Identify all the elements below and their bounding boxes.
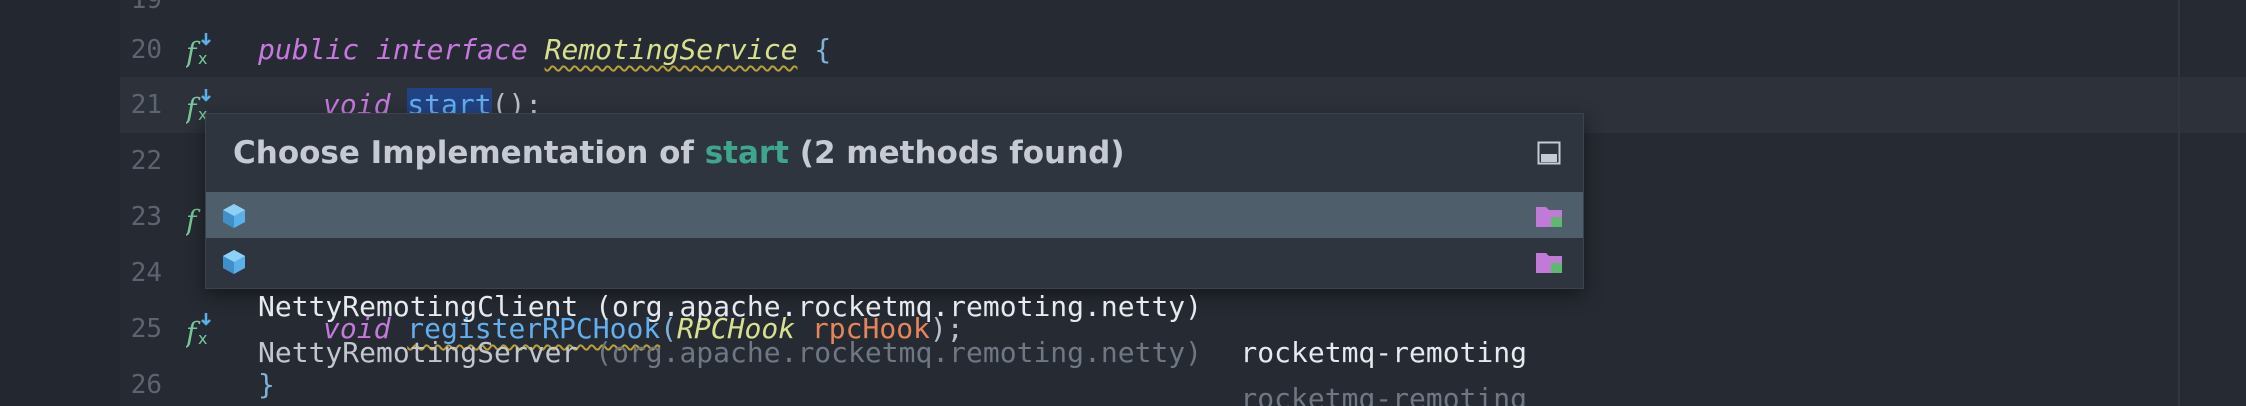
line-number: 20 (130, 35, 162, 65)
implementation-label: NettyRemotingServer (org.apache.rocketmq… (258, 330, 1202, 376)
class-name: NettyRemotingServer (258, 336, 579, 369)
class-icon (223, 204, 245, 228)
right-margin-guide (2178, 0, 2180, 406)
implementation-item[interactable]: NettyRemotingServer (org.apache.rocketmq… (206, 238, 1583, 406)
package-name: (org.apache.rocketmq.remoting.netty) (578, 290, 1203, 323)
interface-name: RemotingService (544, 33, 798, 66)
svg-text:f: f (186, 204, 201, 237)
implementation-item[interactable]: NettyRemotingClient (org.apache.rocketmq… (206, 192, 1583, 369)
line-number: 23 (130, 202, 162, 232)
pin-window-icon[interactable] (1537, 141, 1561, 165)
code-line-20[interactable]: public interface RemotingService { (258, 22, 831, 78)
left-panel-edge (0, 0, 120, 406)
keyword: interface (376, 33, 528, 66)
line-number: 21 (130, 90, 162, 120)
implementation-label: NettyRemotingClient (org.apache.rocketmq… (258, 284, 1202, 330)
choose-implementation-popup[interactable]: Choose Implementation of start (2 method… (205, 113, 1584, 406)
line-number: 24 (130, 258, 162, 288)
module-folder-icon (1536, 207, 1562, 227)
module-name: rocketmq-remoting (1240, 336, 1527, 369)
module-folder-icon (1536, 253, 1562, 273)
class-icon (223, 250, 245, 274)
line-number: 25 (130, 314, 162, 344)
title-suffix: (2 methods found) (788, 135, 1125, 171)
brace: { (814, 33, 832, 66)
line-number: 22 (130, 146, 162, 176)
package-name: (org.apache.rocketmq.remoting.netty) (578, 336, 1203, 369)
popup-title: Choose Implementation of start (2 method… (206, 114, 1583, 192)
module-name: rocketmq-remoting (1240, 382, 1527, 406)
implemented-method-icon[interactable]: f x (186, 30, 216, 70)
keyword: public (258, 33, 360, 66)
line-number: 26 (130, 370, 162, 400)
class-name: NettyRemotingClient (258, 290, 579, 323)
title-method: start (704, 135, 789, 171)
svg-text:x: x (198, 49, 207, 68)
title-prefix: Choose Implementation of (233, 135, 705, 171)
